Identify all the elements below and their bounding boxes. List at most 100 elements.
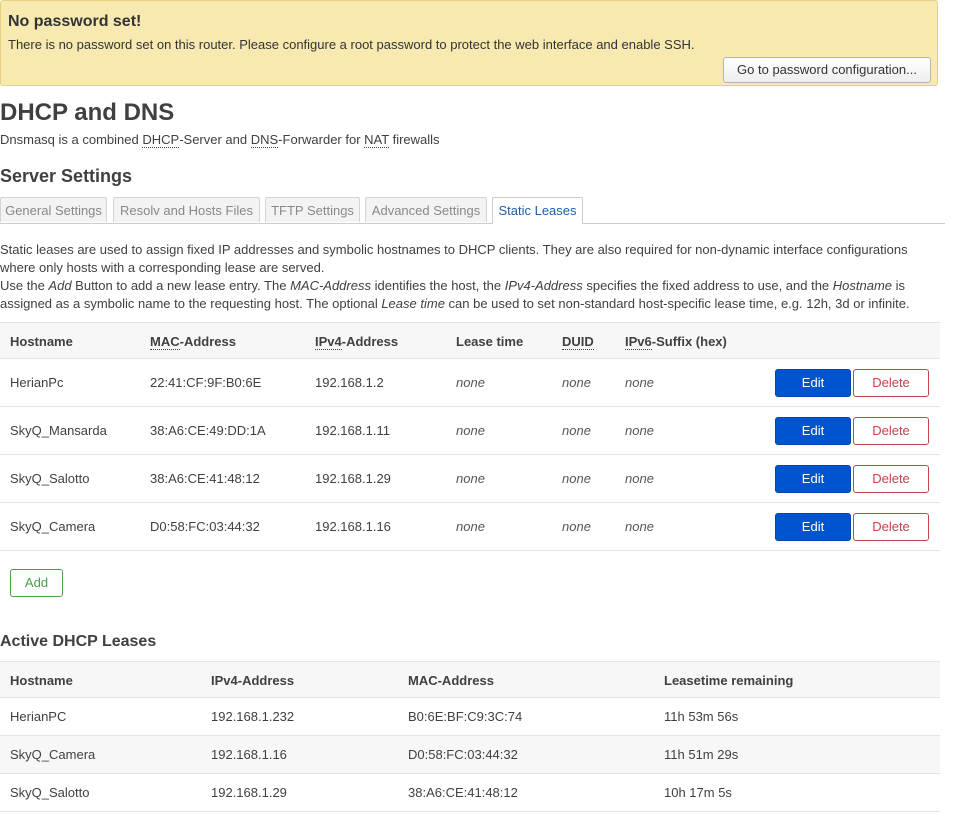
edit-button[interactable]: Edit xyxy=(775,369,851,397)
page-description: Dnsmasq is a combined DHCP-Server and DN… xyxy=(0,132,440,148)
intro-em-hostname: Hostname xyxy=(832,278,893,293)
cell-hostname: HerianPc xyxy=(10,375,64,390)
cell-ipv6-suffix: none xyxy=(625,423,654,438)
cell-mac: 22:41:CF:9F:B0:6E xyxy=(150,375,262,390)
cell-mac: 38:A6:CE:41:48:12 xyxy=(150,471,260,486)
dhcp-abbr: DHCP xyxy=(142,132,180,148)
nat-abbr: NAT xyxy=(364,132,389,148)
delete-button[interactable]: Delete xyxy=(853,513,929,541)
ipv4-abbr: IPv4 xyxy=(315,334,342,350)
col-label-rest: -Address xyxy=(179,334,236,349)
col-duid: DUID xyxy=(562,334,594,350)
col-ipv6-suffix: IPv6-Suffix (hex) xyxy=(625,334,727,350)
table-row: SkyQ_Salotto 38:A6:CE:41:48:12 192.168.1… xyxy=(0,455,940,503)
intro-em-ipv4: IPv4-Address xyxy=(504,278,583,293)
cell-remaining: 11h 53m 56s xyxy=(664,709,739,724)
cell-hostname: HerianPC xyxy=(10,709,67,724)
table-header: Hostname MAC-Address IPv4-Address Lease … xyxy=(0,322,940,359)
cell-mac: D0:58:FC:03:44:32 xyxy=(408,747,518,762)
static-leases-description: Static leases are used to assign fixed I… xyxy=(0,241,945,313)
tab-tftp-settings[interactable]: TFTP Settings xyxy=(265,197,360,222)
col-ipv4-address: IPv4-Address xyxy=(211,673,295,688)
cell-ipv4: 192.168.1.11 xyxy=(315,423,390,438)
duid-abbr: DUID xyxy=(562,334,594,350)
desc-text: -Server and xyxy=(179,132,251,147)
col-mac-address: MAC-Address xyxy=(408,673,494,688)
cell-ipv4: 192.168.1.16 xyxy=(211,747,287,762)
edit-button[interactable]: Edit xyxy=(775,417,851,445)
cell-lease-time: none xyxy=(456,375,485,390)
cell-duid: none xyxy=(562,471,591,486)
intro-text: Button to add a new lease entry. The xyxy=(71,278,291,293)
col-leasetime-remaining: Leasetime remaining xyxy=(664,673,794,688)
cell-hostname: SkyQ_Camera xyxy=(10,747,96,762)
intro-em-add: Add xyxy=(48,278,72,293)
col-mac-address: MAC-Address xyxy=(150,334,236,350)
ipv6-abbr: IPv6 xyxy=(625,334,652,350)
intro-paragraph-1: Static leases are used to assign fixed I… xyxy=(0,242,908,275)
col-label-rest: -Address xyxy=(341,334,399,349)
desc-text: firewalls xyxy=(388,132,440,147)
alert-message: There is no password set on this router.… xyxy=(8,37,695,52)
table-row: HerianPC 192.168.1.232 B0:6E:BF:C9:3C:74… xyxy=(0,698,940,736)
cell-remaining: 11h 51m 29s xyxy=(664,747,739,762)
active-leases-title: Active DHCP Leases xyxy=(0,633,157,650)
cell-ipv6-suffix: none xyxy=(625,471,654,486)
cell-ipv4: 192.168.1.29 xyxy=(211,785,287,800)
table-row: SkyQ_Salotto 192.168.1.29 38:A6:CE:41:48… xyxy=(0,774,940,812)
cell-ipv4: 192.168.1.16 xyxy=(315,519,391,534)
cell-hostname: SkyQ_Camera xyxy=(10,519,96,534)
tab-general-settings[interactable]: General Settings xyxy=(0,197,107,222)
edit-button[interactable]: Edit xyxy=(775,513,851,541)
cell-lease-time: none xyxy=(456,471,485,486)
cell-mac: B0:6E:BF:C9:3C:74 xyxy=(408,709,523,724)
desc-text: -Forwarder for xyxy=(278,132,365,147)
col-ipv4-address: IPv4-Address xyxy=(315,334,399,350)
tab-static-leases[interactable]: Static Leases xyxy=(492,197,583,224)
col-lease-time: Lease time xyxy=(456,334,524,349)
intro-text: Use the xyxy=(0,278,49,293)
cell-mac: 38:A6:CE:49:DD:1A xyxy=(150,423,266,438)
intro-em-mac: MAC-Address xyxy=(290,278,371,293)
cell-mac: 38:A6:CE:41:48:12 xyxy=(408,785,518,800)
edit-button[interactable]: Edit xyxy=(775,465,851,493)
delete-button[interactable]: Delete xyxy=(853,369,929,397)
intro-text: identifies the host, the xyxy=(370,278,505,293)
cell-ipv4: 192.168.1.232 xyxy=(211,709,295,724)
cell-hostname: SkyQ_Salotto xyxy=(10,785,90,800)
delete-button[interactable]: Delete xyxy=(853,465,929,493)
cell-duid: none xyxy=(562,423,591,438)
add-lease-button[interactable]: Add xyxy=(10,569,63,597)
table-row: SkyQ_Camera 192.168.1.16 D0:58:FC:03:44:… xyxy=(0,736,940,774)
table-row: SkyQ_Camera D0:58:FC:03:44:32 192.168.1.… xyxy=(0,503,940,551)
intro-text: can be used to set non-standard host-spe… xyxy=(444,296,910,311)
desc-text: Dnsmasq is a combined xyxy=(0,132,143,147)
col-label-rest: -Suffix (hex) xyxy=(651,334,727,349)
intro-text: specifies the fixed address to use, and … xyxy=(582,278,833,293)
cell-ipv4: 192.168.1.29 xyxy=(315,471,391,486)
col-hostname: Hostname xyxy=(10,673,73,688)
cell-remaining: 10h 17m 5s xyxy=(664,785,732,800)
intro-em-leasetime: Lease time xyxy=(381,296,445,311)
alert-title: No password set! xyxy=(8,13,142,30)
dns-abbr: DNS xyxy=(250,132,279,148)
cell-ipv4: 192.168.1.2 xyxy=(315,375,384,390)
password-warning-alert: No password set! There is no password se… xyxy=(0,0,938,86)
table-row: SkyQ_Mansarda 38:A6:CE:49:DD:1A 192.168.… xyxy=(0,407,940,455)
settings-tabs: General Settings Resolv and Hosts Files … xyxy=(0,197,945,224)
section-title: Server Settings xyxy=(0,166,133,186)
cell-ipv6-suffix: none xyxy=(625,519,654,534)
cell-duid: none xyxy=(562,519,591,534)
go-to-password-config-button[interactable]: Go to password configuration... xyxy=(723,57,931,83)
page-title: DHCP and DNS xyxy=(0,99,175,126)
cell-hostname: SkyQ_Mansarda xyxy=(10,423,107,438)
tab-resolv-hosts-files[interactable]: Resolv and Hosts Files xyxy=(113,197,260,222)
cell-ipv6-suffix: none xyxy=(625,375,654,390)
intro-paragraph-2: Use the Add Button to add a new lease en… xyxy=(0,277,945,313)
cell-lease-time: none xyxy=(456,519,485,534)
cell-hostname: SkyQ_Salotto xyxy=(10,471,90,486)
tab-advanced-settings[interactable]: Advanced Settings xyxy=(365,197,487,222)
delete-button[interactable]: Delete xyxy=(853,417,929,445)
mac-abbr: MAC xyxy=(150,334,180,350)
table-header: Hostname IPv4-Address MAC-Address Leaset… xyxy=(0,661,940,698)
